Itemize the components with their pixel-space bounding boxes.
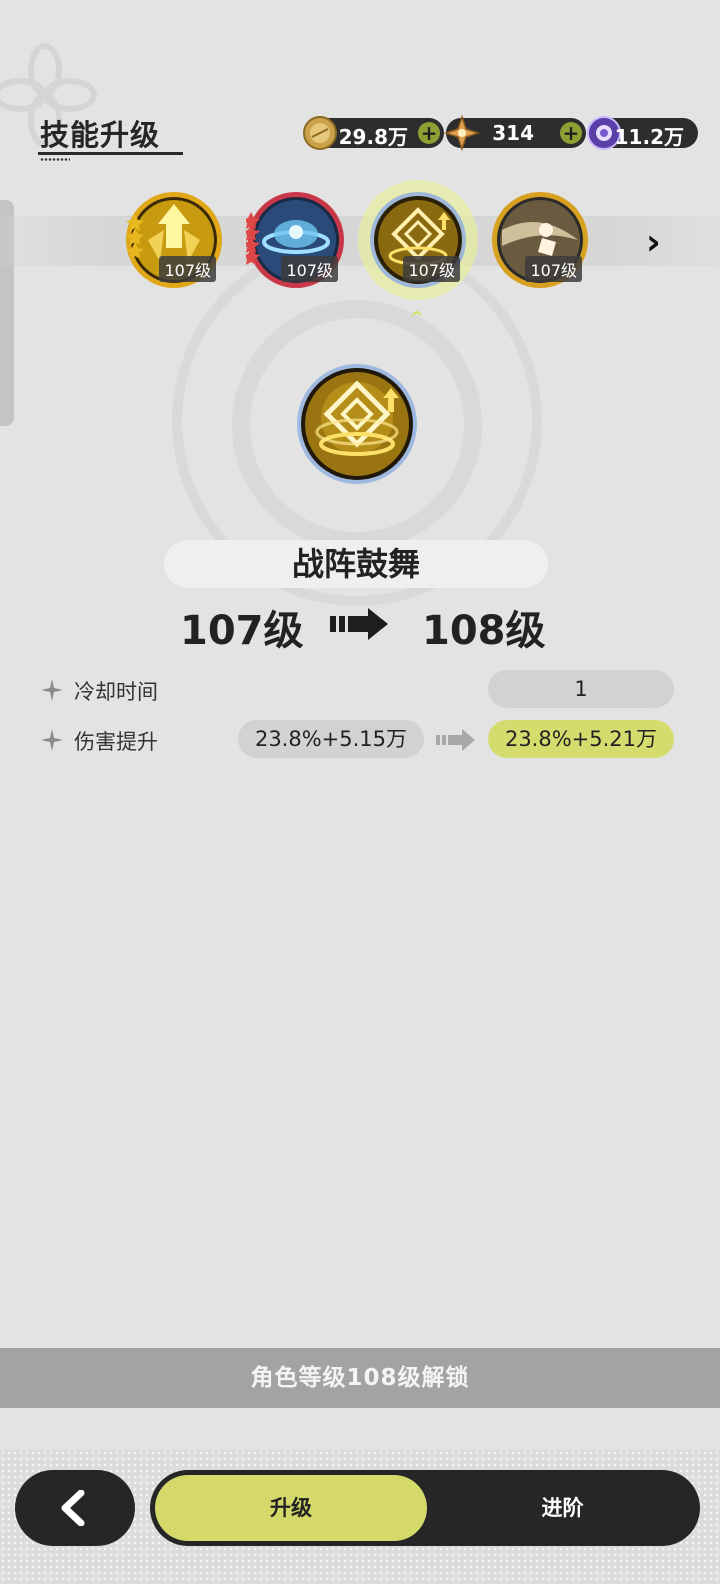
stat-row-cooldown: 冷却时间 1: [40, 670, 680, 710]
sparkle-icon: [41, 679, 63, 701]
back-arrow-icon: [61, 1490, 85, 1526]
stat-row-damage: 伤害提升 23.8%+5.15万 23.8%+5.21万: [40, 720, 680, 760]
level-up-arrow-icon: [330, 608, 388, 640]
skill-slot-2[interactable]: 107级: [246, 190, 346, 290]
currency-orb[interactable]: 11.2万: [587, 116, 698, 150]
unlock-requirement-banner: 角色等级108级解锁: [0, 1348, 720, 1408]
skill-slot-1[interactable]: 107级: [124, 190, 224, 290]
back-button[interactable]: [15, 1470, 135, 1546]
tab-advance[interactable]: 进阶: [430, 1475, 695, 1541]
current-skill-icon: [297, 364, 417, 484]
skill-slot-3-selected[interactable]: 107级: [358, 180, 478, 300]
add-gold-button[interactable]: +: [418, 122, 440, 144]
stat-value: 1: [488, 670, 674, 708]
add-crystal-button[interactable]: +: [560, 122, 582, 144]
skill-level-badge: 107级: [403, 256, 460, 282]
currency-crystal-value: 314: [492, 121, 534, 145]
skill-level-badge: 107级: [159, 256, 216, 282]
currency-orb-value: 11.2万: [614, 125, 684, 149]
stat-label: 冷却时间: [74, 680, 158, 704]
stat-label: 伤害提升: [74, 730, 158, 754]
currency-gold-value: 29.8万: [338, 125, 408, 149]
page-title: 技能升级: [40, 118, 161, 152]
gold-coin-icon: [303, 116, 337, 150]
selected-indicator-icon: ^: [410, 308, 424, 327]
skill-level-badge: 107级: [281, 256, 338, 282]
skill-level-badge: 107级: [525, 256, 582, 282]
next-level: 108级: [422, 608, 546, 654]
stat-value-current: 23.8%+5.15万: [238, 720, 424, 758]
skill-slot-4[interactable]: 107级: [490, 190, 590, 290]
stat-arrow-icon: [436, 729, 475, 751]
star-crystal-icon: [444, 115, 480, 151]
sparkle-icon: [41, 729, 63, 751]
next-skills-arrow-icon[interactable]: ›: [646, 222, 661, 263]
currency-gold[interactable]: 29.8万 +: [303, 116, 444, 150]
current-level: 107级: [180, 608, 304, 654]
title-underline: [38, 152, 183, 155]
title-dots: [40, 158, 70, 161]
skill-name: 战阵鼓舞: [164, 540, 548, 588]
tab-upgrade[interactable]: 升级: [155, 1475, 427, 1541]
currency-crystal[interactable]: 314 +: [444, 115, 586, 151]
stat-value-next: 23.8%+5.21万: [488, 720, 674, 758]
